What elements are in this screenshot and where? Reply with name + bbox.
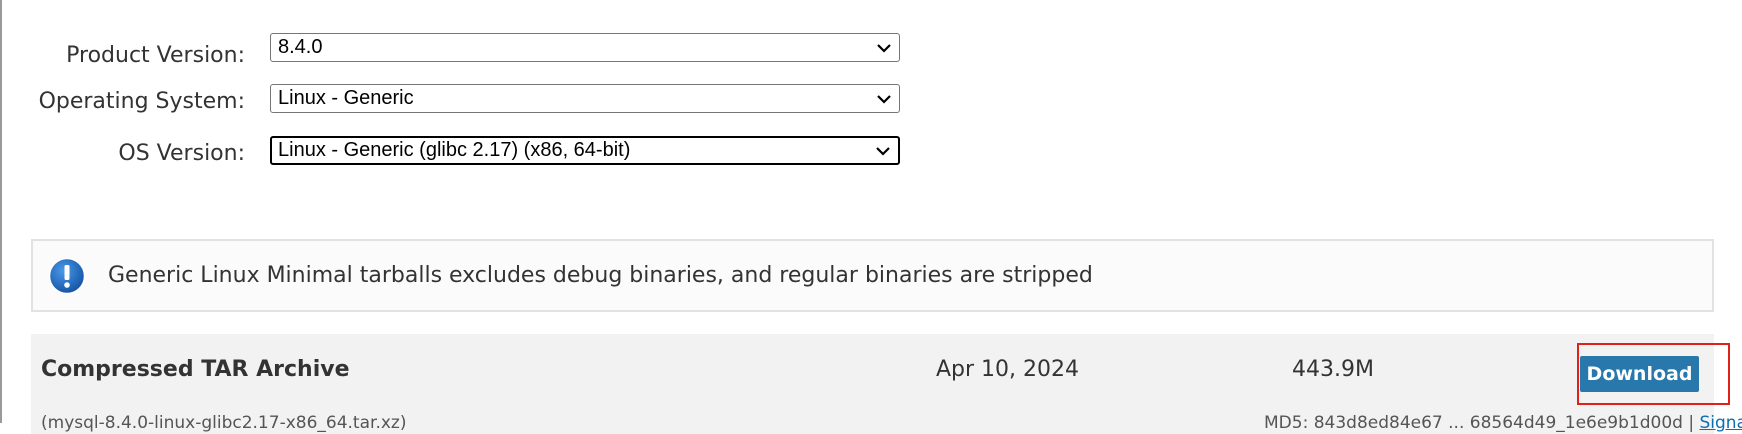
- file-size: 443.9M: [1292, 357, 1374, 382]
- package-name: Compressed TAR Archive: [41, 357, 350, 382]
- notice-text: Generic Linux Minimal tarballs excludes …: [108, 263, 1093, 288]
- os-version-value: Linux - Generic (glibc 2.17) (x86, 64-bi…: [278, 139, 868, 162]
- chevron-down-icon: [869, 34, 899, 61]
- os-version-select[interactable]: Linux - Generic (glibc 2.17) (x86, 64-bi…: [270, 136, 900, 165]
- signature-link[interactable]: Signature: [1700, 413, 1742, 433]
- md5-separator: |: [1688, 413, 1699, 433]
- chevron-down-icon: [868, 137, 898, 164]
- operating-system-label: Operating System:: [0, 89, 258, 114]
- os-version-label: OS Version:: [0, 141, 258, 166]
- info-notice: Generic Linux Minimal tarballs excludes …: [31, 239, 1714, 312]
- highlight-annotation: [1577, 343, 1730, 405]
- md5-text: MD5: 843d8ed84e67 ... 68564d49_1e6e9b1d0…: [1264, 413, 1683, 433]
- package-filename: (mysql-8.4.0-linux-glibc2.17-x86_64.tar.…: [41, 413, 406, 433]
- product-version-row: Product Version:: [0, 39, 258, 71]
- operating-system-select[interactable]: Linux - Generic: [270, 84, 900, 113]
- chevron-down-icon: [869, 85, 899, 112]
- os-version-row: OS Version:: [0, 137, 258, 169]
- product-version-value: 8.4.0: [278, 36, 869, 59]
- md5-checksum: MD5: 843d8ed84e67 ... 68564d49_1e6e9b1d0…: [1264, 413, 1742, 433]
- release-date: Apr 10, 2024: [936, 357, 1079, 382]
- product-version-select[interactable]: 8.4.0: [270, 33, 900, 62]
- operating-system-row: Operating System:: [0, 85, 258, 117]
- product-version-label: Product Version:: [0, 43, 258, 68]
- info-exclamation-icon: [48, 257, 86, 295]
- operating-system-value: Linux - Generic: [278, 87, 869, 110]
- download-row: Compressed TAR Archive Apr 10, 2024 443.…: [31, 334, 1714, 434]
